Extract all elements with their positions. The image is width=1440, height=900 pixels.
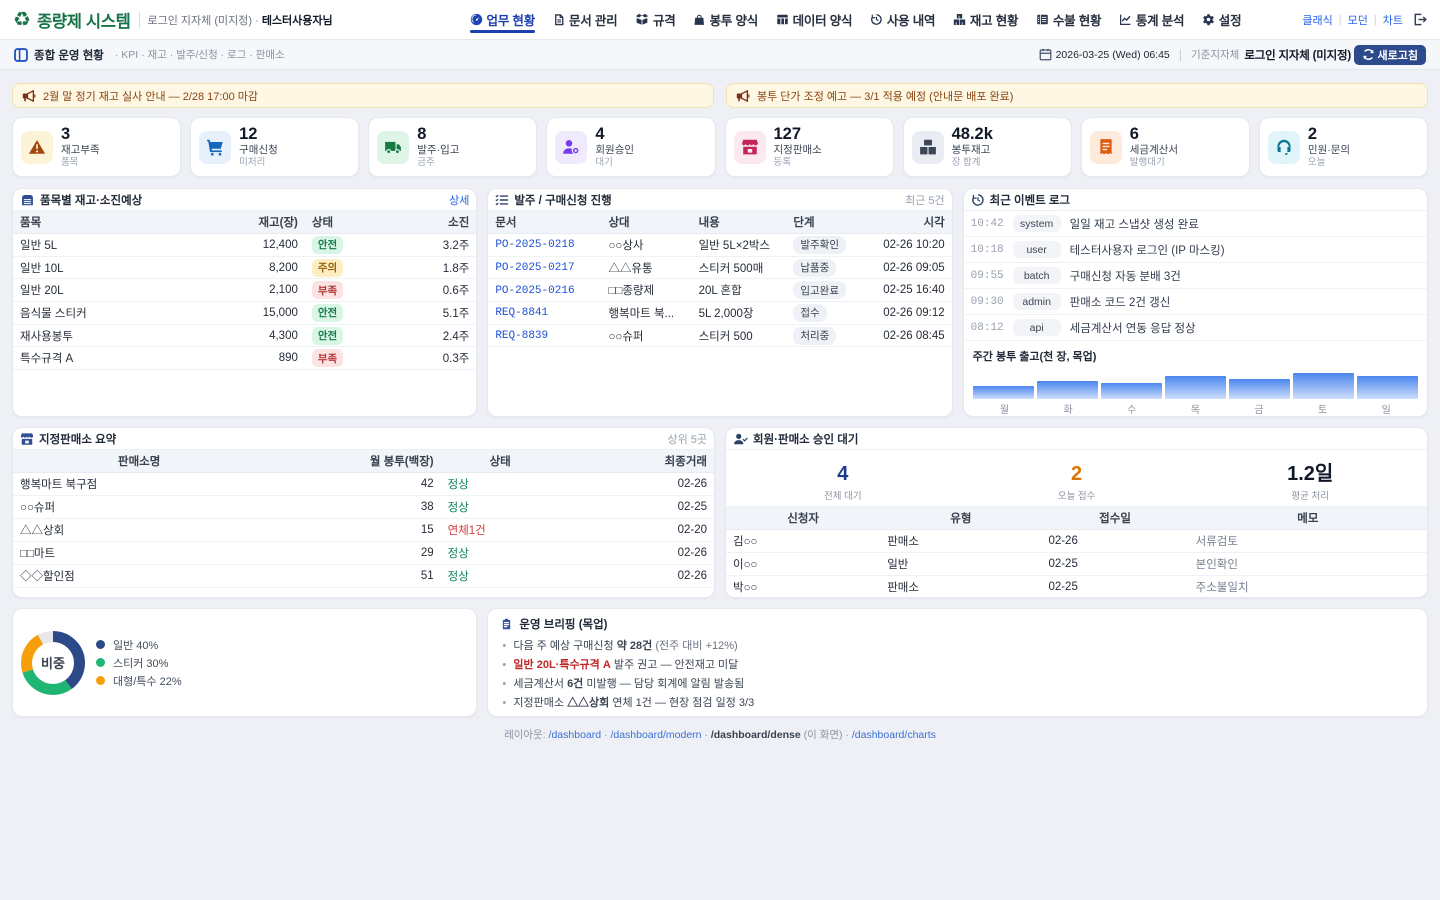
svg-text:비중: 비중 [41,656,65,671]
